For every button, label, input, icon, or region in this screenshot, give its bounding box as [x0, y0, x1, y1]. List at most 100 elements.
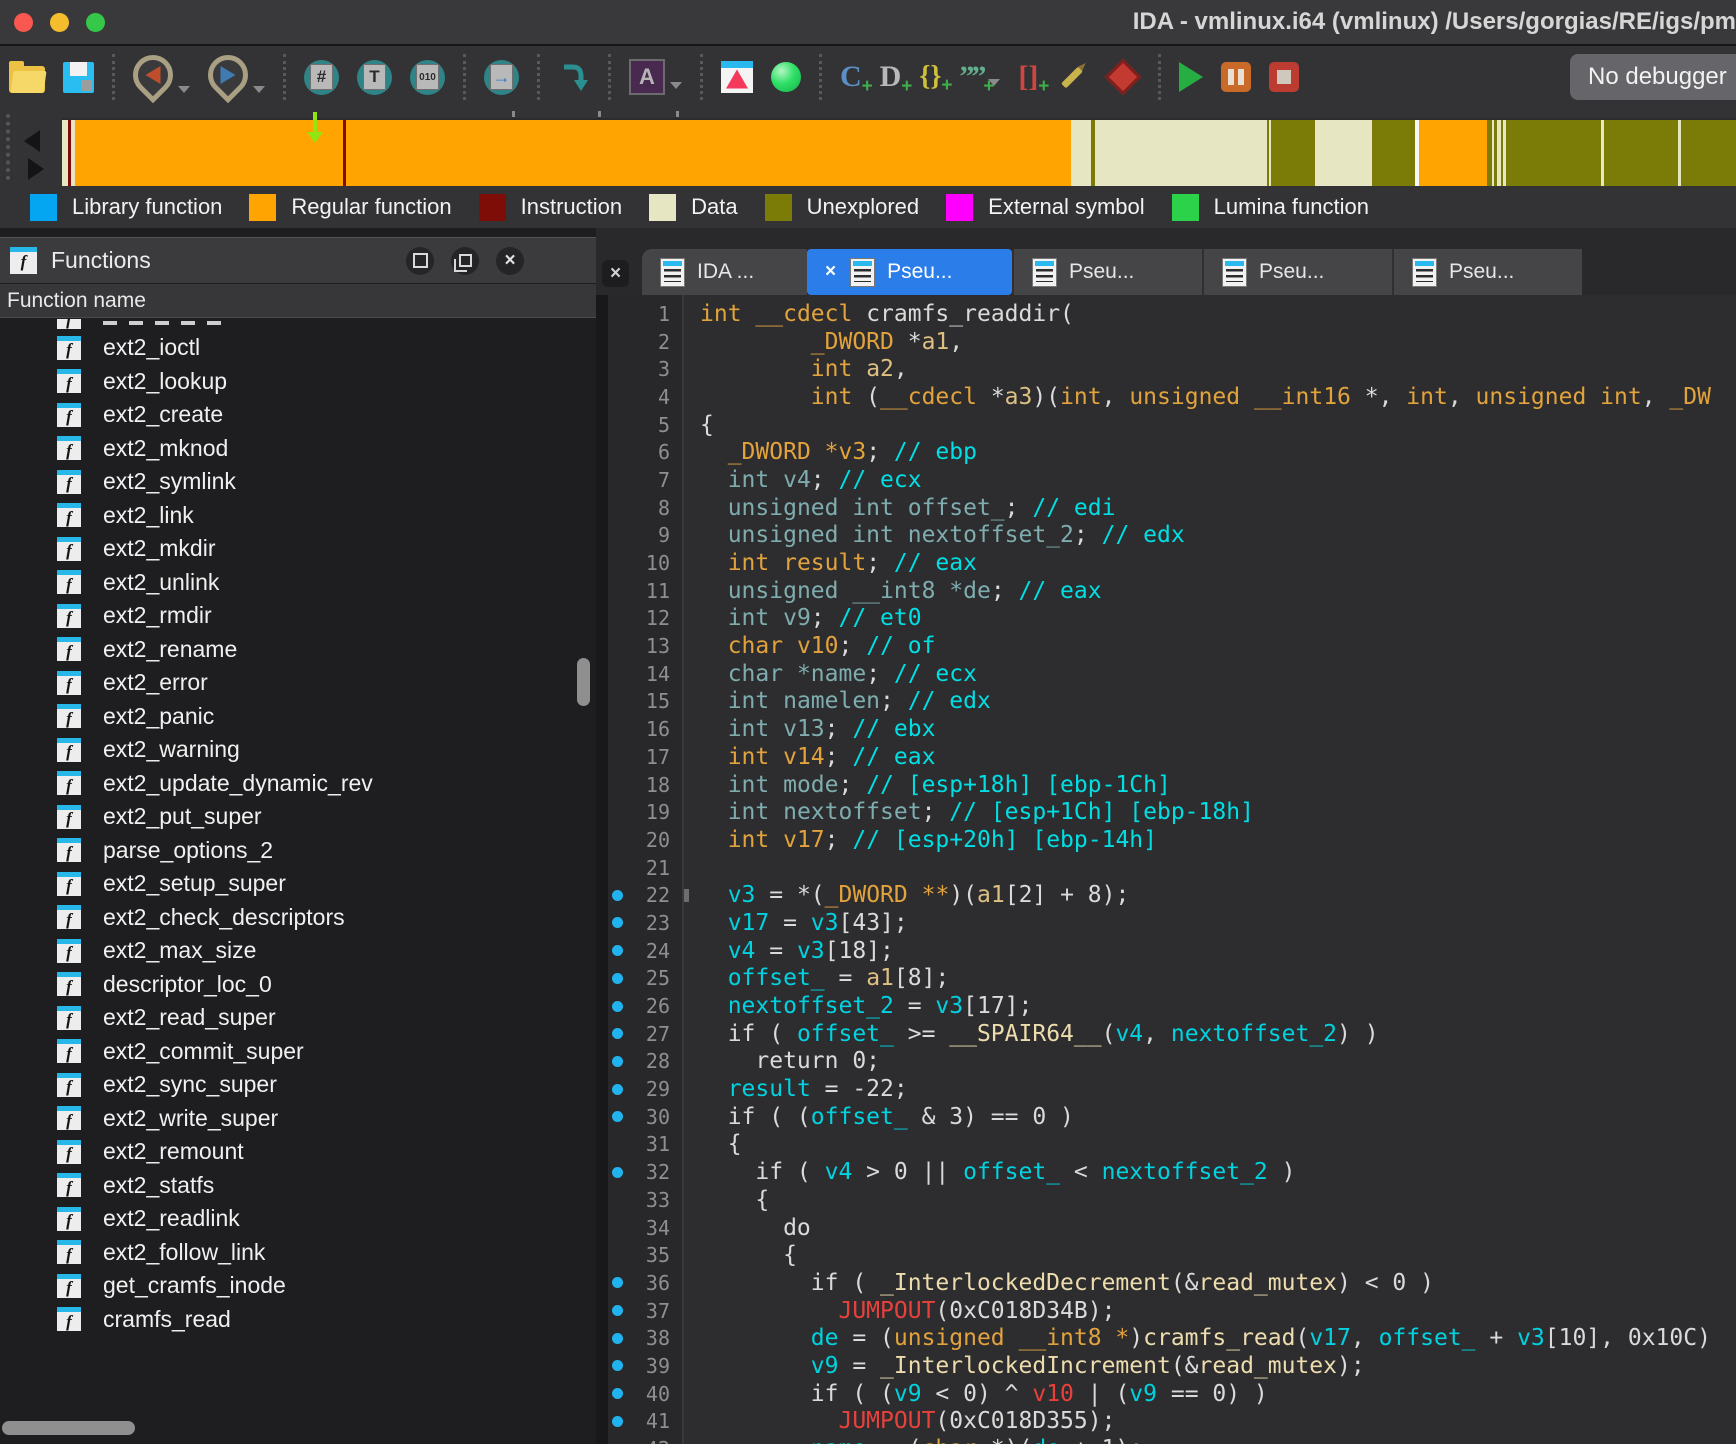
stop-button[interactable] [1269, 62, 1299, 92]
minimize-light-icon[interactable] [50, 13, 69, 32]
hex-view-button[interactable]: # [304, 60, 339, 95]
navband-left-arrow-icon[interactable] [24, 130, 40, 152]
tabbar-close-icon[interactable]: × [602, 260, 629, 287]
function-list-item[interactable]: fcramfs_read [0, 1303, 596, 1337]
functions-horizontal-scrollbar[interactable] [2, 1421, 135, 1435]
chevron-down-icon[interactable] [253, 86, 265, 93]
function-list-item[interactable]: fext2_sync_super [0, 1068, 596, 1102]
float-button[interactable] [451, 247, 479, 275]
function-list-item[interactable]: fext2_read_super [0, 1001, 596, 1035]
function-list-item[interactable]: fext2_write_super [0, 1102, 596, 1136]
code-text: if ( v4 > 0 || offset_ < nextoffset_2 ) [700, 1159, 1295, 1185]
undefine-button[interactable] [1106, 60, 1140, 94]
line-number: 11 [608, 579, 670, 603]
chevron-down-icon[interactable] [670, 82, 682, 89]
function-list-item[interactable]: fext2_ioctl [0, 331, 596, 365]
view-tab-icon [1222, 258, 1247, 287]
code-line: 34 do [596, 1214, 1736, 1242]
navigation-band[interactable] [62, 120, 1736, 186]
navigator-button[interactable] [721, 61, 753, 93]
code-text: int result; // eax [700, 550, 977, 576]
function-list-item[interactable]: fparse_options_2 [0, 834, 596, 868]
tab-pseudocode-2[interactable]: Pseu... [1012, 249, 1202, 295]
chevron-down-icon[interactable] [178, 86, 190, 93]
code-line: 6 _DWORD *v3; // ebp [596, 438, 1736, 466]
legend-label: Library function [72, 194, 222, 220]
function-list-item-partial[interactable]: f [0, 319, 596, 331]
function-item-icon: f [57, 319, 81, 329]
close-button[interactable]: × [496, 247, 524, 275]
jump-address-button[interactable] [558, 61, 590, 93]
jump-back-button[interactable] [133, 55, 190, 99]
toolbar-drag-handle-icon[interactable] [6, 114, 14, 180]
make-data-button[interactable]: D+ [880, 62, 902, 92]
function-list-item[interactable]: fext2_rmdir [0, 599, 596, 633]
function-list-item[interactable]: fext2_check_descriptors [0, 901, 596, 935]
save-button[interactable] [63, 62, 94, 93]
tab-ida-view[interactable]: IDA ... [642, 249, 807, 295]
jump-forward-button[interactable] [208, 55, 265, 99]
function-list-item[interactable]: fext2_follow_link [0, 1236, 596, 1270]
open-subview-button[interactable]: → [484, 60, 519, 95]
function-list-item[interactable]: fext2_lookup [0, 365, 596, 399]
red-diamond-icon [1105, 59, 1142, 96]
function-list-item[interactable]: fext2_mknod [0, 432, 596, 466]
pseudocode-view[interactable]: 1int __cdecl cramfs_readdir(2 _DWORD *a1… [596, 295, 1736, 1444]
function-list-item[interactable]: fext2_create [0, 398, 596, 432]
function-list-item[interactable]: fext2_max_size [0, 934, 596, 968]
function-list-item[interactable]: fdescriptor_loc_0 [0, 968, 596, 1002]
legend-swatch [946, 194, 973, 221]
tab-pseudocode-1[interactable]: ×Pseu... [807, 249, 1012, 295]
close-light-icon[interactable] [14, 13, 33, 32]
lumina-button[interactable] [771, 62, 801, 92]
function-list-item[interactable]: fext2_rename [0, 633, 596, 667]
lumina-sphere-icon [771, 62, 801, 92]
traffic-lights [0, 13, 105, 32]
binary-view-button[interactable]: 010 [410, 60, 445, 95]
toolbar: # T 010 → A C+ D+ {}+ ””+ []+ No debugger [0, 46, 1736, 108]
tab-bar: IDA ...×Pseu...Pseu...Pseu...Pseu... [642, 247, 1736, 295]
colors-button[interactable]: A [629, 59, 682, 95]
debugger-select[interactable]: No debugger [1570, 54, 1736, 100]
create-struct-button[interactable]: {}+ [919, 63, 941, 91]
function-list-item[interactable]: fext2_mkdir [0, 532, 596, 566]
function-list-item[interactable]: fext2_commit_super [0, 1035, 596, 1069]
tab-pseudocode-3[interactable]: Pseu... [1202, 249, 1392, 295]
pause-button[interactable] [1221, 62, 1251, 92]
create-string-button[interactable]: ””+ [959, 62, 1000, 92]
function-list-item[interactable]: fext2_unlink [0, 566, 596, 600]
function-name: ext2_readlink [103, 1205, 240, 1232]
function-list-item[interactable]: fext2_put_super [0, 800, 596, 834]
zoom-light-icon[interactable] [86, 13, 105, 32]
functions-vertical-scrollbar[interactable] [577, 658, 590, 706]
create-array-button[interactable]: []+ [1018, 62, 1038, 92]
line-number: 12 [608, 606, 670, 630]
maximize-button[interactable] [406, 247, 434, 275]
function-list-item[interactable]: fget_cramfs_inode [0, 1269, 596, 1303]
function-list-item[interactable]: fext2_remount [0, 1135, 596, 1169]
function-name: ext2_ioctl [103, 334, 200, 361]
function-list-item[interactable]: fext2_symlink [0, 465, 596, 499]
tab-close-icon[interactable]: × [825, 261, 836, 283]
code-line: 30 if ( (offset_ & 3) == 0 ) [596, 1103, 1736, 1131]
function-list-item[interactable]: fext2_warning [0, 733, 596, 767]
legend-swatch [249, 194, 276, 221]
navband-right-arrow-icon[interactable] [28, 158, 44, 180]
make-code-button[interactable]: C+ [840, 62, 862, 92]
function-list-item[interactable]: fext2_setup_super [0, 867, 596, 901]
function-list-item[interactable]: fext2_link [0, 499, 596, 533]
function-list-item[interactable]: fext2_statfs [0, 1169, 596, 1203]
tab-pseudocode-4[interactable]: Pseu... [1392, 249, 1582, 295]
rename-button[interactable] [1056, 64, 1088, 91]
code-text: JUMPOUT(0xC018D34B); [700, 1298, 1115, 1324]
open-file-button[interactable] [9, 62, 45, 93]
function-list-item[interactable]: fext2_error [0, 666, 596, 700]
column-header-function-name[interactable]: Function name [0, 284, 596, 318]
function-list-item[interactable]: fext2_readlink [0, 1202, 596, 1236]
struct-braces-icon: {}+ [919, 63, 941, 91]
navband-segment-cream [1315, 120, 1372, 186]
text-view-button[interactable]: T [357, 60, 392, 95]
function-list-item[interactable]: fext2_panic [0, 700, 596, 734]
function-list-item[interactable]: fext2_update_dynamic_rev [0, 767, 596, 801]
run-button[interactable] [1179, 62, 1203, 92]
